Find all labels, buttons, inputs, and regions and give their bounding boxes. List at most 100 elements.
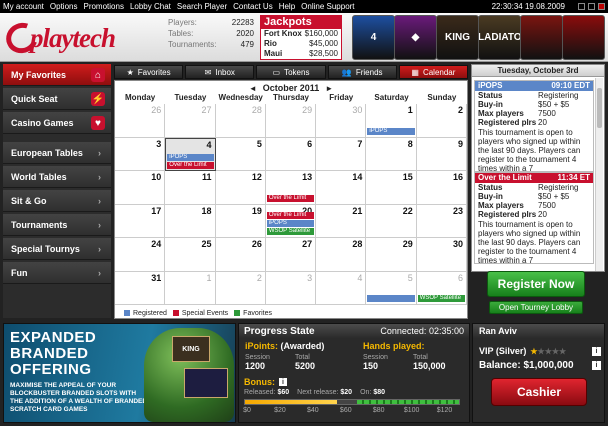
menu-promotions[interactable]: Promotions — [83, 2, 123, 11]
nav-fun[interactable]: Fun › — [3, 262, 111, 284]
calendar-day[interactable]: 1 — [165, 271, 216, 305]
tournament-card[interactable]: iPOPS 09:10 EDT Status Registering Buy-in $50… — [474, 80, 594, 173]
calendar-event[interactable]: iPOPS — [167, 154, 214, 161]
close-button[interactable] — [598, 3, 605, 10]
calendar-day[interactable]: 5 — [215, 137, 266, 171]
calendar-day[interactable]: 21 — [316, 204, 367, 238]
calendar-day[interactable]: 24 — [115, 238, 166, 272]
game-thumbnail[interactable] — [520, 15, 563, 60]
calendar-day[interactable]: 25 — [165, 238, 216, 272]
calendar-event[interactable] — [367, 295, 415, 302]
register-now-button[interactable]: Register Now — [487, 271, 585, 297]
calendar-day[interactable]: 20 Over the Limit iPOPS WSOP Satellite — [265, 204, 317, 238]
menu-lobby-chat[interactable]: Lobby Chat — [130, 2, 171, 11]
calendar-day[interactable]: 28 — [215, 104, 266, 138]
calendar-day[interactable]: 22 — [366, 204, 417, 238]
nav-tournaments[interactable]: Tournaments › — [3, 214, 111, 236]
calendar-day[interactable]: 28 — [316, 238, 367, 272]
details-scrollbar[interactable] — [595, 78, 603, 271]
calendar-day[interactable]: 2 — [416, 104, 467, 138]
calendar-event[interactable]: Over the Limit — [167, 162, 214, 169]
tab-favorites[interactable]: ★ Favorites — [114, 65, 184, 79]
prev-month-icon[interactable]: ◄ — [249, 84, 257, 93]
nav-special-tournys[interactable]: Special Tournys › — [3, 238, 111, 260]
game-thumbnail[interactable]: ◆ — [394, 15, 437, 60]
day-number: 1 — [407, 105, 413, 115]
calendar-event[interactable]: WSOP Satellite — [266, 228, 315, 235]
calendar-day[interactable]: 6 WSOP Satellite — [416, 271, 467, 305]
scrollbar-thumb[interactable] — [597, 88, 602, 128]
calendar-day[interactable]: 18 — [165, 204, 216, 238]
calendar-day[interactable]: 30 — [416, 238, 467, 272]
calendar-day[interactable]: 3 — [115, 137, 166, 171]
calendar-day[interactable]: 26 — [115, 104, 166, 138]
calendar-day[interactable]: 15 — [366, 171, 417, 205]
calendar-day[interactable]: 9 — [416, 137, 467, 171]
nav-label: World Tables — [11, 171, 67, 182]
minimize-button[interactable] — [578, 3, 585, 10]
vip-info-icon[interactable]: i — [592, 346, 601, 356]
maximize-button[interactable] — [588, 3, 595, 10]
promo-banner[interactable]: EXPANDED BRANDED OFFERING MAXIMISE THE A… — [3, 323, 236, 423]
nav-casino-games[interactable]: Casino Games ♥ — [3, 112, 111, 134]
calendar-day[interactable]: 29 — [366, 238, 417, 272]
calendar-day[interactable]: 6 — [265, 137, 317, 171]
calendar-day[interactable]: 30 — [316, 104, 367, 138]
cashier-button[interactable]: Cashier — [491, 378, 587, 406]
calendar-day[interactable]: 23 — [416, 204, 467, 238]
menu-contact-us[interactable]: Contact Us — [233, 2, 273, 11]
calendar-event[interactable]: Over the Limit — [266, 194, 315, 202]
calendar-day[interactable]: 14 — [316, 171, 367, 205]
calendar-day[interactable]: 31 — [115, 271, 166, 305]
open-tourney-lobby-button[interactable]: Open Tourney Lobby — [489, 301, 583, 314]
calendar-event[interactable]: iPOPS — [266, 220, 315, 227]
calendar-day[interactable]: 5 — [366, 271, 417, 305]
calendar-day[interactable]: 4 iPOPS Over the Limit — [165, 137, 216, 171]
game-thumbnail[interactable]: GLADIATOR — [478, 15, 521, 60]
nav-world-tables[interactable]: World Tables › — [3, 166, 111, 188]
bonus-info-icon[interactable]: i — [279, 378, 287, 386]
calendar-day[interactable]: 3 — [265, 271, 317, 305]
tab-calendar[interactable]: ▦ Calendar — [398, 65, 469, 79]
game-thumbnail[interactable]: 4 — [352, 15, 395, 60]
tournament-card[interactable]: Over the Limit 11:34 ET Status Registering B… — [474, 172, 594, 265]
game-thumbnail[interactable] — [562, 15, 605, 60]
menu-online-support[interactable]: Online Support — [301, 2, 354, 11]
calendar-day[interactable]: 27 — [265, 238, 317, 272]
tab-tokens[interactable]: ▭ Tokens — [256, 65, 326, 79]
calendar-day[interactable]: 19 — [215, 204, 266, 238]
calendar-day[interactable]: 11 — [165, 171, 216, 205]
menu-search-player[interactable]: Search Player — [177, 2, 227, 11]
calendar-day[interactable]: 7 — [316, 137, 367, 171]
game-thumbnail[interactable]: KING — [436, 15, 479, 60]
balance-info-icon[interactable]: i — [592, 361, 601, 370]
next-month-icon[interactable]: ► — [325, 84, 333, 93]
tab-inbox[interactable]: ✉ Inbox — [185, 65, 255, 79]
nav-my-favorites[interactable]: My Favorites ⌂ — [3, 64, 111, 86]
calendar-day[interactable]: 1 iPOPS — [366, 104, 417, 138]
calendar-day[interactable]: 2 — [215, 271, 266, 305]
menu-help[interactable]: Help — [279, 2, 295, 11]
calendar-day[interactable]: 10 — [115, 171, 166, 205]
calendar-day[interactable]: 16 — [416, 171, 467, 205]
calendar-day[interactable]: 13 Over the Limit — [265, 171, 317, 205]
calendar-event[interactable]: Over the Limit — [266, 212, 315, 219]
calendar-day[interactable]: 17 — [115, 204, 166, 238]
calendar-day[interactable]: 8 — [366, 137, 417, 171]
nav-sit-go[interactable]: Sit & Go › — [3, 190, 111, 212]
progress-state-panel: Progress State Connected: 02:35:00 iPoin… — [238, 323, 470, 423]
menu-options[interactable]: Options — [50, 2, 78, 11]
tournament-header: Over the Limit 11:34 ET — [475, 173, 593, 183]
calendar-day[interactable]: 29 — [265, 104, 317, 138]
calendar-event[interactable]: iPOPS — [367, 127, 415, 135]
calendar-day[interactable]: 4 — [316, 271, 367, 305]
nav-european-tables[interactable]: European Tables › — [3, 142, 111, 164]
tab-friends[interactable]: 👥 Friends — [327, 65, 397, 79]
calendar-event[interactable]: WSOP Satellite — [417, 295, 465, 302]
calendar-day[interactable]: 26 — [215, 238, 266, 272]
menu-my-account[interactable]: My account — [3, 2, 44, 11]
calendar-day[interactable]: 27 — [165, 104, 216, 138]
nav-quick-seat[interactable]: Quick Seat ⚡ — [3, 88, 111, 110]
calendar-day[interactable]: 12 — [215, 171, 266, 205]
jackpots-panel[interactable]: Jackpots Fort Knox $160,000 Rio $45,000 Ma… — [260, 15, 342, 60]
